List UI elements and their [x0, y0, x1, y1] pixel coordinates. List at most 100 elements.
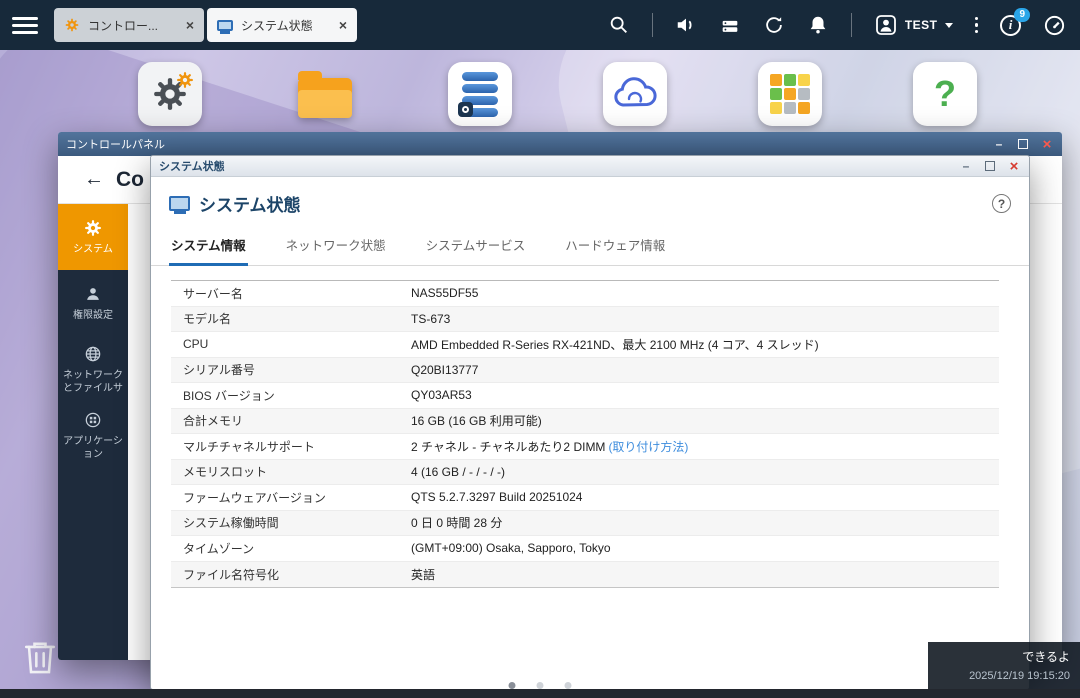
tab-network-status[interactable]: ネットワーク状態	[284, 226, 388, 266]
external-device-icon[interactable]	[719, 14, 741, 36]
file-station-icon[interactable]	[293, 62, 357, 126]
control-panel-titlebar[interactable]: コントロールパネル	[58, 132, 1062, 156]
system-info-table: サーバー名 NAS55DF55 モデル名 TS-673 CPU AMD Embe…	[171, 280, 999, 588]
page-dot[interactable]	[509, 682, 516, 689]
row-value: Q20BI13777	[411, 363, 478, 377]
system-status-tabs: システム情報 ネットワーク状態 システムサービス ハードウェア情報	[151, 226, 1029, 266]
person-icon	[83, 284, 103, 304]
close-icon[interactable]	[186, 18, 194, 32]
datetime-label: 2025/12/19 19:15:20	[938, 670, 1070, 682]
recycle-bin-icon[interactable]	[18, 632, 62, 682]
window-title: コントロールパネル	[66, 136, 165, 152]
control-panel-heading: Co	[116, 168, 144, 192]
row-label: サーバー名	[171, 285, 411, 302]
divider	[652, 13, 653, 37]
row-label: BIOS バージョン	[171, 387, 411, 404]
search-icon[interactable]	[608, 14, 630, 36]
table-row: システム稼働時間 0 日 0 時間 28 分	[171, 511, 999, 537]
close-button[interactable]	[1007, 159, 1021, 173]
gear-icon	[175, 70, 195, 90]
system-status-window: システム状態 システム状態 システム情報 ネットワーク状態 システムサービス ハ…	[150, 155, 1030, 690]
multimedia-icon[interactable]	[758, 62, 822, 126]
tab-system-status[interactable]: システム状態	[207, 8, 357, 42]
row-value: 英語	[411, 566, 435, 583]
open-app-tabs: コントロー... システム状態	[54, 8, 357, 42]
row-value: NAS55DF55	[411, 286, 478, 300]
row-value: TS-673	[411, 312, 450, 326]
maximize-button[interactable]	[1016, 137, 1030, 151]
table-row: ファイル名符号化 英語	[171, 562, 999, 588]
notification-badge: 9	[1014, 8, 1030, 22]
row-value: QY03AR53	[411, 388, 472, 402]
sidebar-item-label: アプリケーション	[61, 435, 125, 461]
sidebar-item-label: システム	[73, 243, 113, 256]
back-arrow-icon[interactable]	[84, 168, 104, 191]
tab-system-info[interactable]: システム情報	[169, 226, 248, 266]
control-panel-sidebar: システム 権限設定 ネットワークとファイルサ	[58, 204, 128, 660]
tab-system-service[interactable]: システムサービス	[424, 226, 528, 266]
notification-message: できるよ	[938, 648, 1070, 665]
desktop-page-indicator	[509, 682, 572, 689]
row-value: 0 日 0 時間 28 分	[411, 514, 502, 531]
sidebar-item-applications[interactable]: アプリケーション	[58, 402, 128, 468]
page-dot[interactable]	[537, 682, 544, 689]
globe-icon	[83, 344, 103, 364]
bottom-strip	[0, 689, 1080, 698]
installation-guide-link[interactable]: (取り付け方法)	[608, 440, 688, 454]
maximize-button[interactable]	[983, 159, 997, 173]
system-status-titlebar[interactable]: システム状態	[151, 156, 1029, 177]
top-bar: コントロー... システム状態	[0, 0, 1080, 50]
user-menu[interactable]: TEST	[874, 13, 953, 37]
minimize-button[interactable]	[959, 159, 973, 173]
status-area[interactable]: できるよ 2025/12/19 19:15:20	[928, 642, 1080, 689]
tab-hardware-info[interactable]: ハードウェア情報	[563, 226, 667, 266]
table-row: ファームウェアバージョン QTS 5.2.7.3297 Build 202510…	[171, 485, 999, 511]
help-icon[interactable]	[992, 194, 1011, 213]
row-label: ファームウェアバージョン	[171, 489, 411, 506]
row-value-text: 2 チャネル - チャネルあたり2 DIMM	[411, 440, 605, 454]
question-mark-icon: ?	[934, 73, 956, 115]
control-panel-icon[interactable]	[138, 62, 202, 126]
resource-monitor-icon[interactable]	[1043, 14, 1066, 37]
window-title: システム状態	[159, 158, 225, 174]
notification-center[interactable]: 9	[1000, 15, 1021, 36]
minimize-button[interactable]	[992, 137, 1006, 151]
row-value: QTS 5.2.7.3297 Build 20251024	[411, 490, 582, 504]
page-header: システム状態	[151, 177, 1029, 226]
tab-label: システム状態	[241, 17, 331, 34]
storage-snapshots-icon[interactable]	[448, 62, 512, 126]
row-label: タイムゾーン	[171, 540, 411, 557]
gear-icon	[83, 218, 103, 238]
grid-icon	[83, 410, 103, 430]
user-name: TEST	[905, 18, 938, 32]
row-value: 16 GB (16 GB 利用可能)	[411, 412, 542, 429]
user-icon	[874, 13, 898, 37]
sidebar-item-network[interactable]: ネットワークとファイルサ	[58, 336, 128, 402]
page-dot[interactable]	[565, 682, 572, 689]
desktop-icon-row: ?	[138, 62, 977, 126]
background-tasks-icon[interactable]	[763, 14, 785, 36]
close-button[interactable]	[1040, 137, 1054, 151]
more-menu-icon[interactable]	[975, 17, 979, 34]
table-row: サーバー名 NAS55DF55	[171, 281, 999, 307]
sidebar-item-privilege[interactable]: 権限設定	[58, 270, 128, 336]
mosaic-icon	[770, 74, 810, 114]
divider	[851, 13, 852, 37]
row-value: (GMT+09:00) Osaka, Sapporo, Tokyo	[411, 541, 611, 555]
sidebar-item-system[interactable]: システム	[58, 204, 128, 270]
table-row: CPU AMD Embedded R-Series RX-421ND、最大 21…	[171, 332, 999, 358]
top-bar-actions: TEST 9	[608, 13, 1066, 37]
help-center-icon[interactable]: ?	[913, 62, 977, 126]
tab-control-panel[interactable]: コントロー...	[54, 8, 204, 42]
row-label: システム稼働時間	[171, 514, 411, 531]
notification-bell-icon[interactable]	[807, 14, 829, 36]
row-value: AMD Embedded R-Series RX-421ND、最大 2100 M…	[411, 336, 819, 353]
table-row: 合計メモリ 16 GB (16 GB 利用可能)	[171, 409, 999, 435]
main-menu-icon[interactable]	[12, 17, 38, 34]
row-value: 2 チャネル - チャネルあたり2 DIMM(取り付け方法)	[411, 438, 688, 455]
row-label: モデル名	[171, 310, 411, 327]
close-icon[interactable]	[339, 18, 347, 32]
myqnapcloud-icon[interactable]	[603, 62, 667, 126]
volume-icon[interactable]	[675, 14, 697, 36]
row-label: シリアル番号	[171, 361, 411, 378]
